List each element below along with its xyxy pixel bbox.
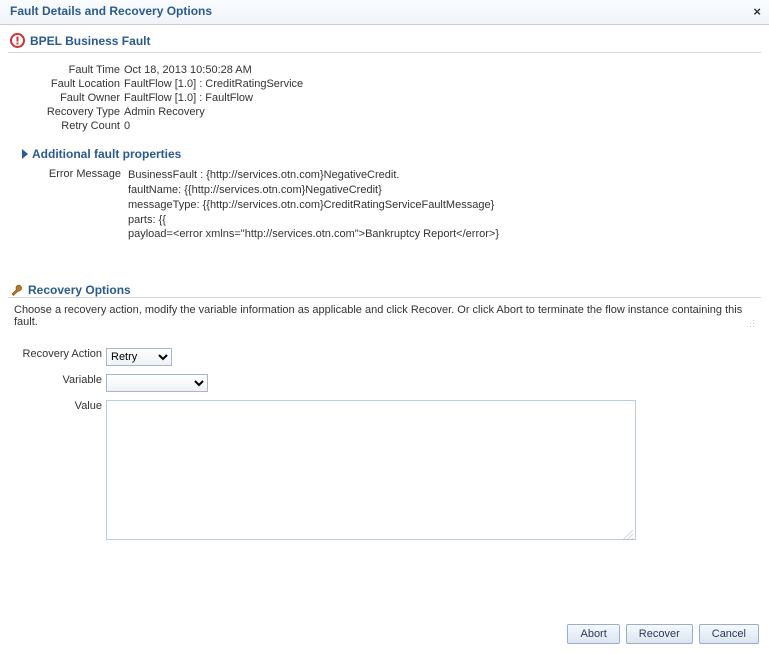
variable-select[interactable] xyxy=(106,374,208,392)
fault-location-value: FaultFlow [1.0] : CreditRatingService xyxy=(124,77,307,91)
additional-fault-properties-toggle[interactable]: Additional fault properties xyxy=(22,147,769,161)
variable-label: Variable xyxy=(0,372,106,398)
fault-owner-value: FaultFlow [1.0] : FaultFlow xyxy=(124,91,307,105)
recovery-action-label: Recovery Action xyxy=(0,346,106,372)
fault-time-label: Fault Time xyxy=(0,63,124,77)
recovery-action-select[interactable]: Retry xyxy=(106,348,172,366)
fault-header-title: BPEL Business Fault xyxy=(30,34,150,48)
recovery-description: Choose a recovery action, modify the var… xyxy=(14,304,769,328)
dialog-title: Fault Details and Recovery Options xyxy=(10,4,212,18)
recover-button[interactable]: Recover xyxy=(626,624,693,644)
additional-fault-properties-label: Additional fault properties xyxy=(32,147,181,161)
close-icon[interactable]: × xyxy=(753,5,761,18)
fault-time-value: Oct 18, 2013 10:50:28 AM xyxy=(124,63,307,77)
divider xyxy=(8,297,761,298)
error-message-value: BusinessFault : {http://services.otn.com… xyxy=(128,168,499,242)
abort-button[interactable]: Abort xyxy=(567,624,619,644)
fault-location-label: Fault Location xyxy=(0,77,124,91)
retry-count-label: Retry Count xyxy=(0,119,124,133)
recovery-type-label: Recovery Type xyxy=(0,105,124,119)
divider xyxy=(8,52,761,53)
cancel-button[interactable]: Cancel xyxy=(699,624,759,644)
alert-icon xyxy=(10,33,25,48)
wrench-icon xyxy=(10,283,24,297)
fault-owner-label: Fault Owner xyxy=(0,91,124,105)
recovery-options-header: Recovery Options xyxy=(28,283,131,297)
value-textarea[interactable] xyxy=(106,400,636,540)
resize-handle-icon[interactable] xyxy=(745,318,757,330)
chevron-right-icon xyxy=(22,149,28,159)
error-message-label: Error Message xyxy=(0,167,127,243)
recovery-type-value: Admin Recovery xyxy=(124,105,307,119)
retry-count-value: 0 xyxy=(124,119,307,133)
value-label: Value xyxy=(0,398,106,549)
